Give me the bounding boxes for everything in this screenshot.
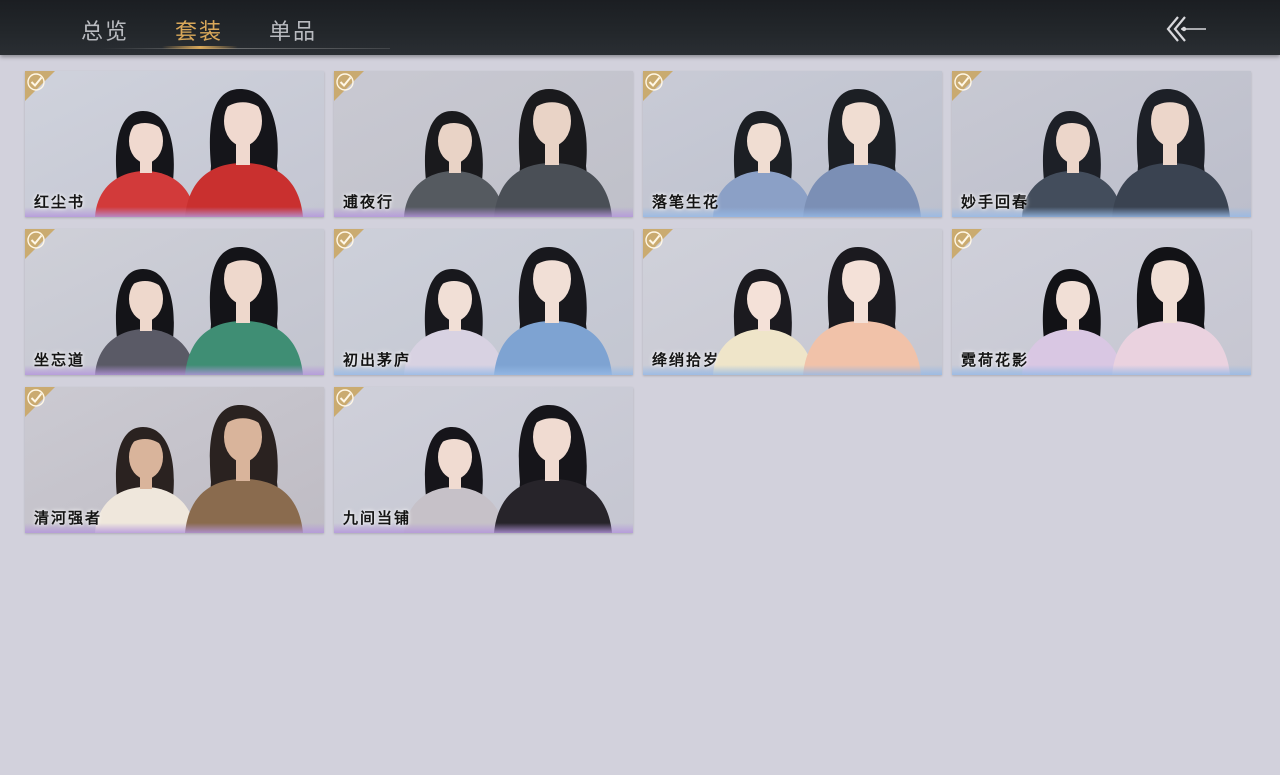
tabs-divider bbox=[100, 48, 390, 49]
owned-checkmark-icon bbox=[952, 229, 982, 259]
outfit-name: 逋夜行 bbox=[343, 193, 395, 211]
category-tabs: 总览 套装 单品 bbox=[60, 0, 400, 55]
outfit-name: 落笔生花 bbox=[652, 193, 721, 211]
outfit-card[interactable]: 清河强者 bbox=[25, 387, 324, 533]
outfit-name: 妙手回春 bbox=[961, 193, 1030, 211]
tab-outfit-sets[interactable]: 套装 bbox=[159, 14, 239, 46]
active-tab-indicator bbox=[162, 46, 238, 49]
outfit-name: 霓荷花影 bbox=[961, 351, 1030, 369]
outfit-name: 清河强者 bbox=[34, 509, 103, 527]
tab-single-items[interactable]: 单品 bbox=[253, 14, 333, 46]
outfit-name: 红尘书 bbox=[34, 193, 86, 211]
owned-checkmark-icon bbox=[643, 71, 673, 101]
outfit-name: 绛绡拾岁 bbox=[652, 351, 721, 369]
outfit-card[interactable]: 红尘书 bbox=[25, 71, 324, 217]
outfit-name: 坐忘道 bbox=[34, 351, 86, 369]
owned-checkmark-icon bbox=[952, 71, 982, 101]
outfit-card[interactable]: 九间当铺 bbox=[334, 387, 633, 533]
owned-checkmark-icon bbox=[25, 71, 55, 101]
tab-overview[interactable]: 总览 bbox=[65, 14, 145, 46]
outfit-card[interactable]: 霓荷花影 bbox=[952, 229, 1251, 375]
outfit-card[interactable]: 坐忘道 bbox=[25, 229, 324, 375]
outfit-card[interactable]: 逋夜行 bbox=[334, 71, 633, 217]
owned-checkmark-icon bbox=[643, 229, 673, 259]
owned-checkmark-icon bbox=[334, 71, 364, 101]
outfit-card[interactable]: 妙手回春 bbox=[952, 71, 1251, 217]
owned-checkmark-icon bbox=[25, 229, 55, 259]
back-button[interactable] bbox=[1160, 14, 1212, 44]
outfit-card[interactable]: 落笔生花 bbox=[643, 71, 942, 217]
outfit-name: 初出茅庐 bbox=[343, 351, 412, 369]
outfit-grid: 红尘书 逋夜行 落笔生花 妙手回春 坐忘道 初出茅庐 绛绡拾岁 霓荷花影 清河强… bbox=[25, 71, 1255, 541]
outfit-card[interactable]: 初出茅庐 bbox=[334, 229, 633, 375]
outfit-card[interactable]: 绛绡拾岁 bbox=[643, 229, 942, 375]
owned-checkmark-icon bbox=[25, 387, 55, 417]
outfit-name: 九间当铺 bbox=[343, 509, 412, 527]
top-navigation-bar: 总览 套装 单品 bbox=[0, 0, 1280, 55]
double-chevron-left-arrow-icon bbox=[1166, 16, 1206, 42]
owned-checkmark-icon bbox=[334, 229, 364, 259]
owned-checkmark-icon bbox=[334, 387, 364, 417]
